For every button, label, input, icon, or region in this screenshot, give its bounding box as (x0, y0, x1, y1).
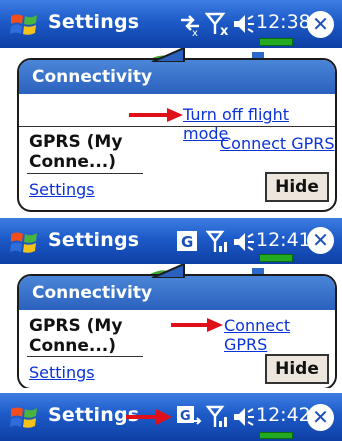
clock[interactable]: 12:38 (256, 11, 311, 33)
sync-icon[interactable]: x (178, 12, 202, 36)
divider (19, 126, 335, 127)
close-icon[interactable]: ✕ (307, 404, 334, 431)
speaker-icon[interactable] (232, 230, 256, 254)
battery-icon[interactable] (259, 38, 293, 46)
red-arrow-annotation (171, 318, 223, 332)
red-arrow-annotation (129, 108, 183, 122)
app-title: Settings (48, 229, 140, 251)
signal-icon[interactable] (206, 405, 230, 429)
divider (27, 173, 143, 174)
svg-text:x: x (192, 28, 198, 36)
signal-icon[interactable] (206, 230, 230, 254)
connect-gprs-link[interactable]: Connect GPRS (224, 316, 335, 354)
connectivity-popup: Connectivity GPRS (My Conne...) Connect … (17, 274, 337, 388)
connect-gprs-link[interactable]: Connect GPRS (220, 134, 335, 153)
popup-pointer (151, 48, 185, 62)
connection-name-line1: GPRS (My (29, 132, 123, 152)
settings-link[interactable]: Settings (29, 363, 95, 382)
divider (27, 356, 143, 357)
popup-heading: Connectivity (19, 276, 335, 310)
clock[interactable]: 12:41 (256, 229, 311, 251)
title-bar: Settings x x 12:38 ✕ (0, 0, 342, 48)
signal-off-icon[interactable]: x (205, 12, 231, 36)
connectivity-popup: Connectivity Turn off flight mode GPRS (… (17, 58, 337, 212)
speaker-icon[interactable] (232, 405, 256, 429)
clock[interactable]: 12:42 (256, 404, 311, 426)
windows-start-icon[interactable] (9, 228, 39, 258)
hide-button[interactable]: Hide (265, 354, 329, 384)
red-arrow-annotation (126, 409, 172, 425)
connection-name-line2: Conne...) (29, 152, 117, 172)
hide-button[interactable]: Hide (265, 172, 329, 202)
battery-icon[interactable] (259, 432, 293, 439)
gprs-sync-icon[interactable]: G (176, 405, 202, 429)
svg-text:G: G (181, 233, 193, 251)
connection-name-line2: Conne...) (29, 336, 117, 356)
title-bar: Settings G 12:41 ✕ (0, 218, 342, 264)
screenshot-panel-1: Settings x x 12:38 ✕ Connectivity Turn o… (0, 0, 342, 214)
connection-name-line1: GPRS (My (29, 316, 123, 336)
gprs-icon[interactable]: G (176, 230, 198, 252)
app-title: Settings (48, 11, 140, 33)
svg-text:G: G (180, 409, 191, 424)
popup-pointer (151, 264, 185, 278)
connection-name: GPRS (My Conne...) (29, 132, 122, 172)
screenshot-panel-2: Settings G 12:41 ✕ Connectivity GPRS (My… (0, 218, 342, 388)
screenshot-panel-3: Settings G 12:42 ✕ (0, 393, 342, 441)
close-icon[interactable]: ✕ (307, 227, 334, 254)
settings-link[interactable]: Settings (29, 180, 95, 199)
title-bar: Settings G 12:42 ✕ (0, 393, 342, 441)
close-icon[interactable]: ✕ (307, 11, 334, 38)
connection-name: GPRS (My Conne...) (29, 316, 122, 356)
popup-heading: Connectivity (19, 60, 335, 94)
windows-start-icon[interactable] (9, 10, 39, 40)
windows-start-icon[interactable] (9, 403, 39, 433)
svg-text:x: x (220, 24, 229, 36)
battery-icon[interactable] (259, 254, 293, 262)
speaker-icon[interactable] (232, 12, 256, 36)
